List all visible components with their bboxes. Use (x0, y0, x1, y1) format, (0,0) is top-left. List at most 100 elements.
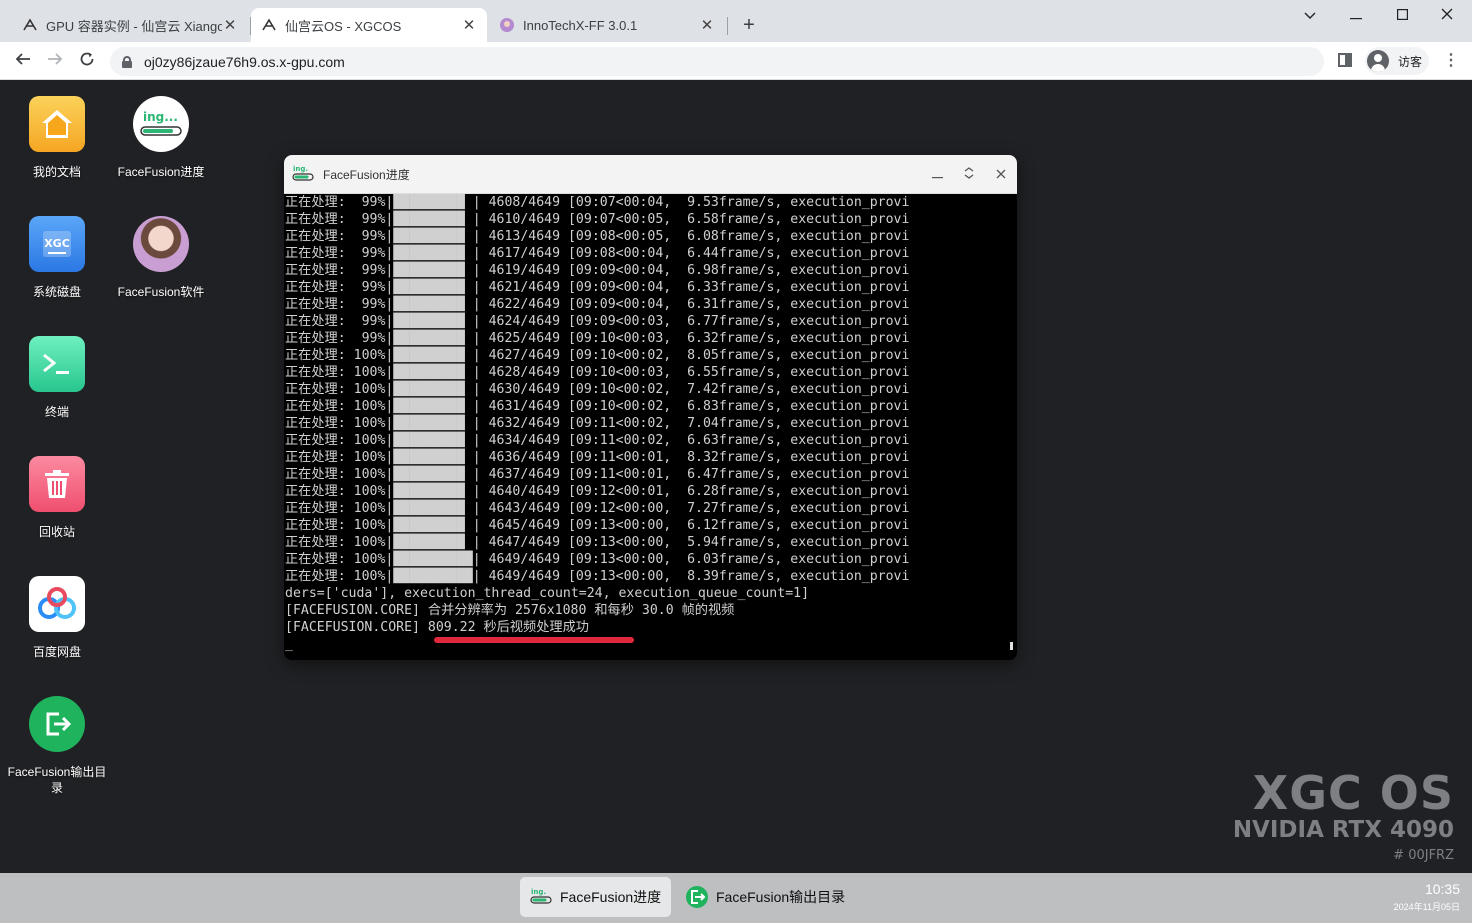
terminal-line: 正在处理: 100%|█████████ | 4645/4649 [09:13<… (285, 518, 910, 533)
desktop-icon-facefusion-output[interactable]: FaceFusion输出目录 (5, 696, 109, 796)
guest-avatar-icon (1367, 50, 1389, 72)
desktop-icon-label: 系统磁盘 (32, 285, 81, 299)
clock-time: 10:35 (1424, 881, 1460, 897)
terminal-line: 正在处理: 99%|█████████ | 4610/4649 [09:07<0… (285, 212, 910, 227)
browser-tab-strip: GPU 容器实例 - 仙宫云 Xiangong ✕ 仙宫云OS - XGCOS … (0, 0, 1472, 42)
new-tab-icon[interactable]: + (738, 14, 760, 36)
profile-button[interactable]: 访客 (1365, 47, 1429, 75)
terminal-icon (29, 336, 85, 392)
taskbar: ing. FaceFusion进度 FaceFusion输出目录 10:35 2… (0, 873, 1472, 923)
scrollbar[interactable] (1010, 642, 1013, 650)
tab-title: InnoTechX-FF 3.0.1 (523, 17, 638, 33)
export-icon (29, 696, 85, 752)
forward-arrow-icon[interactable] (44, 50, 66, 72)
reload-icon[interactable] (76, 50, 98, 72)
svg-text:XGC: XGC (44, 237, 70, 250)
more-menu-icon[interactable]: ⋮ (1443, 51, 1459, 71)
xgc-logo-icon (261, 17, 277, 33)
avatar-icon (499, 17, 515, 33)
terminal-cursor: _ (285, 637, 293, 652)
terminal-line: [FACEFUSION.CORE] 合并分辨率为 2576x1080 和每秒 3… (285, 603, 735, 618)
terminal-line: 正在处理: 100%|█████████ | 4640/4649 [09:12<… (285, 484, 910, 499)
address-bar[interactable]: oj0zy86jzaue76h9.os.x-gpu.com (110, 47, 1324, 76)
desktop-icon-label: FaceFusion进度 (117, 165, 205, 179)
progress-icon: ing... (133, 96, 189, 152)
lock-icon[interactable] (122, 55, 132, 68)
window-titlebar[interactable]: ing. FaceFusion进度 (284, 155, 1017, 194)
facefusion-progress-window: ing. FaceFusion进度 正在处理: 99%|█████████ | … (284, 155, 1017, 660)
close-icon[interactable] (985, 167, 1017, 182)
desktop-icon-label: FaceFusion输出目录 (7, 765, 107, 795)
highlight-underline (434, 637, 634, 643)
xgc-logo-icon (22, 17, 38, 33)
terminal-line: ders=['cuda'], execution_thread_count=24… (285, 586, 810, 601)
export-icon (686, 886, 708, 908)
minimize-icon[interactable] (921, 167, 953, 182)
tab-close-icon[interactable]: ✕ (699, 16, 715, 34)
svg-text:ing.: ing. (293, 165, 308, 173)
baidu-netdisk-icon (29, 576, 85, 632)
terminal-line: 正在处理: 99%|█████████ | 4624/4649 [09:09<0… (285, 314, 910, 329)
desktop-icon-terminal[interactable]: 终端 (5, 336, 109, 420)
maximize-icon[interactable] (1379, 4, 1425, 28)
gpu-watermark: NVIDIA RTX 4090 (1232, 817, 1454, 843)
terminal-line: 正在处理: 99%|█████████ | 4613/4649 [09:08<0… (285, 229, 910, 244)
tab-innotechx[interactable]: InnoTechX-FF 3.0.1 ✕ (489, 8, 725, 42)
desktop-icon-label: FaceFusion软件 (117, 285, 205, 299)
system-clock: 10:35 2024年11月05日 (1394, 881, 1460, 913)
desktop-icon-system-disk[interactable]: XGC 系统磁盘 (5, 216, 109, 300)
chevron-down-icon[interactable] (1287, 4, 1333, 28)
minimize-icon[interactable] (1333, 4, 1379, 28)
desktop-icon-facefusion-progress[interactable]: ing... FaceFusion进度 (109, 96, 213, 180)
tab-title: 仙宫云OS - XGCOS (285, 18, 402, 34)
terminal-line: 正在处理: 100%|█████████ | 4628/4649 [09:10<… (285, 365, 910, 380)
terminal-line: 正在处理: 100%|█████████ | 4631/4649 [09:10<… (285, 399, 910, 414)
taskbar-item-label: FaceFusion输出目录 (716, 889, 846, 905)
terminal-line: 正在处理: 100%|██████████| 4649/4649 [09:13<… (285, 552, 910, 567)
terminal-line: 正在处理: 99%|█████████ | 4625/4649 [09:10<0… (285, 331, 910, 346)
window-title: FaceFusion进度 (323, 167, 410, 182)
terminal-line: 正在处理: 99%|█████████ | 4619/4649 [09:09<0… (285, 263, 910, 278)
tab-close-icon[interactable]: ✕ (461, 16, 477, 34)
url-text: oj0zy86jzaue76h9.os.x-gpu.com (144, 53, 345, 70)
progress-icon: ing. (292, 163, 314, 185)
terminal-line: 正在处理: 99%|█████████ | 4621/4649 [09:09<0… (285, 280, 910, 295)
terminal-line: 正在处理: 100%|█████████ | 4632/4649 [09:11<… (285, 416, 910, 431)
taskbar-item-label: FaceFusion进度 (560, 889, 662, 905)
close-icon[interactable] (1424, 4, 1470, 28)
instance-id: # 00JFRZ (1393, 848, 1454, 863)
desktop-icon-label: 回收站 (38, 525, 75, 539)
desktop-icon-label: 终端 (44, 405, 69, 419)
browser-toolbar: oj0zy86jzaue76h9.os.x-gpu.com 访客 ⋮ (0, 42, 1472, 80)
back-arrow-icon[interactable] (12, 50, 34, 72)
svg-text:ing.: ing. (531, 888, 546, 896)
taskbar-item-facefusion-output[interactable]: FaceFusion输出目录 (676, 877, 855, 917)
tab-title: GPU 容器实例 - 仙宫云 Xiangong (46, 18, 222, 34)
terminal-line: 正在处理: 100%|█████████ | 4637/4649 [09:11<… (285, 467, 910, 482)
desktop-icon-baidu-netdisk[interactable]: 百度网盘 (5, 576, 109, 660)
tab-xgcos[interactable]: 仙宫云OS - XGCOS ✕ (251, 8, 487, 42)
progress-icon: ing. (530, 886, 552, 908)
tab-gpu-instances[interactable]: GPU 容器实例 - 仙宫云 Xiangong ✕ (12, 8, 248, 42)
terminal-line: 正在处理: 100%|█████████ | 4627/4649 [09:10<… (285, 348, 910, 363)
desktop-icon-my-documents[interactable]: 我的文档 (5, 96, 109, 180)
desktop-icon-label: 我的文档 (32, 165, 81, 179)
side-panel-icon[interactable] (1338, 53, 1352, 67)
tab-divider (727, 17, 728, 35)
desktop-icon-facefusion-software[interactable]: FaceFusion软件 (109, 216, 213, 300)
clock-date: 2024年11月05日 (1393, 902, 1460, 912)
terminal-line: 正在处理: 99%|█████████ | 4608/4649 [09:07<0… (285, 195, 910, 210)
terminal-line: 正在处理: 100%|█████████ | 4636/4649 [09:11<… (285, 450, 910, 465)
terminal-line: 正在处理: 100%|█████████ | 4643/4649 [09:12<… (285, 501, 910, 516)
tab-close-icon[interactable]: ✕ (222, 16, 238, 34)
os-watermark: XGC OS (1252, 766, 1454, 820)
terminal-line: [FACEFUSION.CORE] 809.22 秒后视频处理成功 (285, 620, 589, 635)
taskbar-item-facefusion-progress[interactable]: ing. FaceFusion进度 (520, 877, 672, 917)
terminal-output[interactable]: 正在处理: 99%|█████████ | 4608/4649 [09:07<0… (284, 194, 1017, 660)
profile-label: 访客 (1398, 54, 1423, 69)
terminal-line: 正在处理: 99%|█████████ | 4622/4649 [09:09<0… (285, 297, 910, 312)
desktop-icon-recycle-bin[interactable]: 回收站 (5, 456, 109, 540)
expand-icon[interactable] (953, 166, 985, 182)
desktop-icon-label: 百度网盘 (32, 645, 81, 659)
face-avatar-icon (133, 216, 189, 272)
